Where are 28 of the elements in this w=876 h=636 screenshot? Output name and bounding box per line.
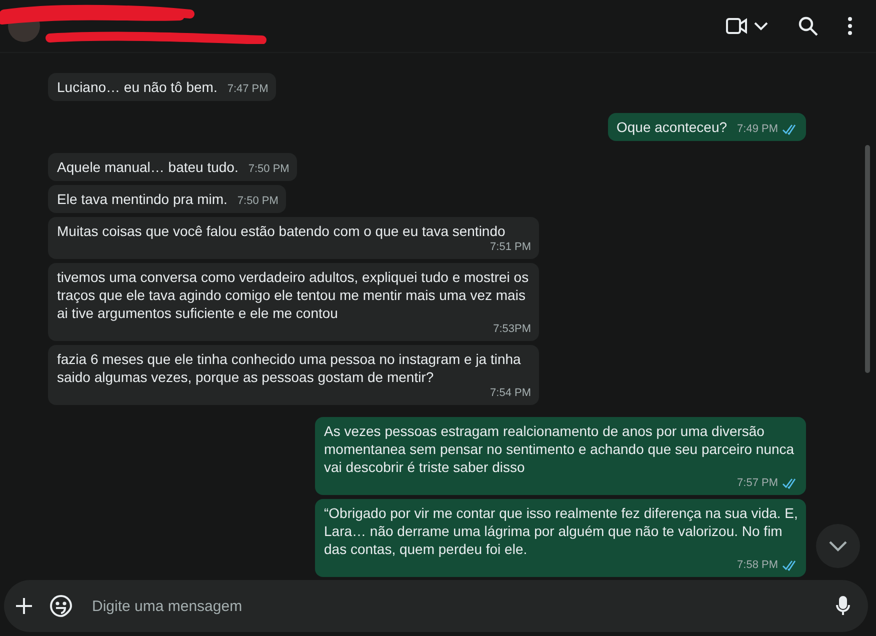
message-time: 7:54 PM: [490, 386, 531, 400]
plus-icon[interactable]: [16, 598, 32, 614]
message-time: 7:47 PM: [227, 82, 268, 96]
message-text: Muitas coisas que você falou estão batendo com o que eu tava sentindo: [57, 222, 506, 240]
chevron-down-icon: [829, 540, 847, 552]
message-text: As vezes pessoas estragam realcionamento de anos por uma diversão momentanea sem pensar no sentimento e achando que seu parceiro nunca vai descobrir é triste saber disso: [324, 422, 796, 476]
scroll-down-button[interactable]: [816, 524, 860, 568]
message-time: 7:49 PM: [737, 122, 778, 136]
message-text: fazia 6 meses que ele tinha conhecido uma pessoa no instagram e ja tinha saido algumas vezes, porque as pessoas gostam de mentir?: [57, 350, 522, 386]
message-time: 7:53PM: [493, 322, 531, 336]
message-input[interactable]: Digite uma mensagem: [90, 596, 818, 616]
message-text: “Obrigado por vir me contar que isso realmente fez diferença na sua vida. E, Lara… não derrame uma lágrima por alguém que não te valorizou. No fim das contas, quem perdeu foi ele.: [324, 504, 798, 558]
microphone-icon[interactable]: [836, 596, 850, 616]
message-text: tivemos uma conversa como verdadeiro adultos, expliquei tudo e mostrei os traços que ele tava agindo comigo ele tentou me mentir mais uma vez mais ai tive argumentos suficiente e ele me contou: [57, 268, 530, 322]
message-time: 7:57 PM: [737, 476, 778, 490]
message-text: Aquele manual… bateu tudo.: [57, 158, 238, 176]
video-camera-icon: [726, 18, 748, 34]
message-time: 7:50 PM: [248, 162, 290, 176]
message-text: Luciano… eu não tô bem.: [57, 78, 218, 96]
scrollbar-thumb[interactable]: [865, 145, 870, 373]
message-text: Ele tava mentindo pra mim.: [57, 190, 228, 208]
message-time: 7:51 PM: [490, 240, 531, 254]
chevron-down-icon: [754, 22, 768, 30]
message-composer[interactable]: Digite uma mensagem: [4, 580, 868, 632]
message-time: 7:58 PM: [737, 558, 778, 572]
sticker-icon[interactable]: [50, 595, 72, 617]
message-time: 7:50 PM: [237, 194, 278, 208]
message-text: Oque aconteceu?: [616, 118, 728, 136]
